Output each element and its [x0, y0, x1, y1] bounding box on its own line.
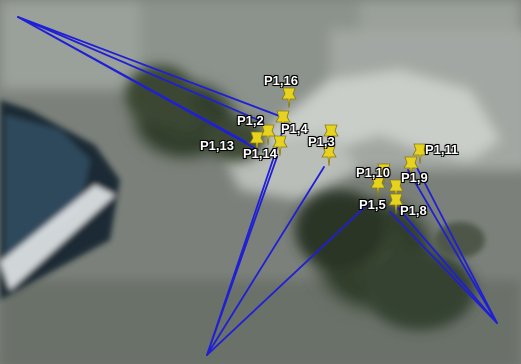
marker-label-p1-11[interactable]: P1,11 [425, 143, 458, 157]
marker-label-p1-14[interactable]: P1,14 [243, 147, 277, 161]
aerial-imagery [0, 0, 521, 364]
marker-label-p1-16[interactable]: P1,16 [264, 74, 298, 88]
marker-label-p1-4[interactable]: P1,4 [281, 122, 308, 136]
marker-label-p1-13[interactable]: P1,13 [200, 139, 234, 153]
marker-label-p1-3[interactable]: P1,3 [308, 135, 335, 149]
marker-label-p1-2[interactable]: P1,2 [237, 114, 264, 128]
marker-label-p1-8[interactable]: P1,8 [400, 204, 427, 218]
map-viewport[interactable]: P1,16 P1,2 P1,4 P1,13 P1,14 P1,3 P1,11 P… [0, 0, 521, 364]
marker-label-p1-9[interactable]: P1,9 [401, 171, 428, 185]
marker-label-p1-5[interactable]: P1,5 [359, 198, 386, 212]
marker-label-p1-10[interactable]: P1,10 [356, 166, 390, 180]
